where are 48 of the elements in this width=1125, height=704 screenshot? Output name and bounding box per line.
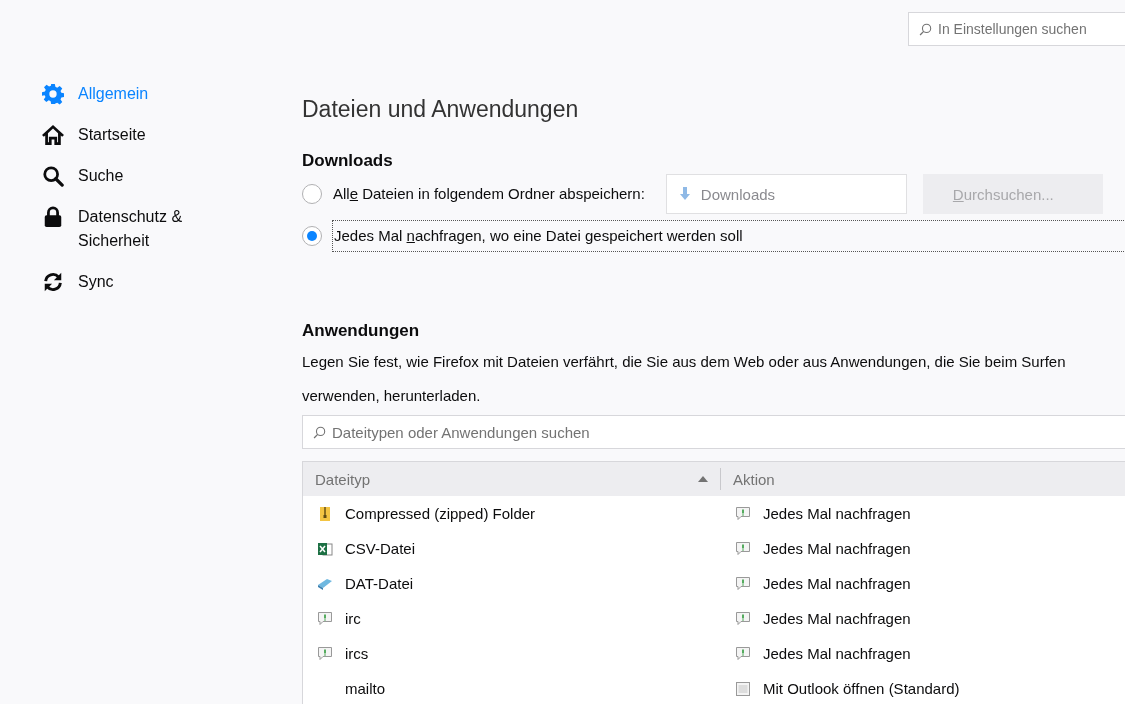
spreadsheet-icon xyxy=(317,540,333,557)
sidebar-item[interactable]: Datenschutz & Sicherheit xyxy=(42,205,242,253)
search-field[interactable]: Dateitypen oder Anwendungen suchen xyxy=(302,415,1125,449)
table-cell: Compressed (zipped) Folder xyxy=(345,505,536,522)
table-cell: Jedes Mal nachfragen xyxy=(763,505,911,522)
table-cell: ircs xyxy=(345,645,369,662)
description-text: Legen Sie fest, wie Firefox mit Dateien verfährt, die Sie aus dem Web oder aus Anwendungen, die Sie beim Surfen verwenden, herunterladen. xyxy=(302,352,1067,406)
home-icon xyxy=(42,124,64,146)
zip-folder-icon xyxy=(317,505,333,522)
sidebar-item[interactable]: Sync xyxy=(42,270,242,294)
table-cell: Jedes Mal nachfragen xyxy=(763,575,911,592)
search-icon xyxy=(42,165,64,187)
section-title: Dateien und Anwendungen xyxy=(302,95,580,124)
sidebar-item[interactable]: Startseite xyxy=(42,123,242,147)
search-icon xyxy=(919,22,932,36)
speech-bubble-icon xyxy=(317,645,333,662)
table-cell: irc xyxy=(345,610,361,627)
table-cell: Jedes Mal nachfragen xyxy=(763,610,911,627)
sidebar-item[interactable]: Suche xyxy=(42,164,242,188)
radio-button[interactable] xyxy=(302,184,322,204)
speech-bubble-icon xyxy=(735,645,751,662)
table-cell: CSV-Datei xyxy=(345,540,416,557)
speech-bubble-icon xyxy=(317,610,333,627)
section-heading: Anwendungen xyxy=(302,320,421,342)
speech-bubble-icon xyxy=(735,610,751,627)
column-header[interactable]: Aktion xyxy=(721,462,1125,496)
sort-arrow-icon xyxy=(698,476,708,482)
table-cell: mailto xyxy=(345,680,385,697)
window-icon xyxy=(735,680,751,697)
table-cell: Mit Outlook öffnen (Standard) xyxy=(763,680,960,697)
table-cell: Jedes Mal nachfragen xyxy=(763,645,911,662)
sidebar-item[interactable]: Allgemein xyxy=(42,82,242,106)
speech-bubble-icon xyxy=(735,575,751,592)
table-cell: DAT-Datei xyxy=(345,575,414,592)
search-field[interactable]: In Einstellungen suchen xyxy=(908,12,1125,46)
gear-icon xyxy=(42,83,64,105)
option-label[interactable]: Alle Dateien in folgendem Ordner abspeichern: xyxy=(332,179,646,209)
table-cell: Jedes Mal nachfragen xyxy=(763,540,911,557)
section-heading: Downloads xyxy=(302,150,394,172)
column-header[interactable]: Dateityp xyxy=(303,468,721,490)
folder-field[interactable]: Downloads xyxy=(665,174,907,214)
radio-button[interactable] xyxy=(302,226,322,246)
option-label[interactable]: Jedes Mal nachfragen, wo eine Datei gespeichert werden soll xyxy=(332,220,1125,252)
lock-icon xyxy=(42,206,64,228)
sync-icon xyxy=(42,271,64,293)
speech-bubble-icon xyxy=(735,505,751,522)
speech-bubble-icon xyxy=(735,540,751,557)
search-icon xyxy=(313,425,326,439)
